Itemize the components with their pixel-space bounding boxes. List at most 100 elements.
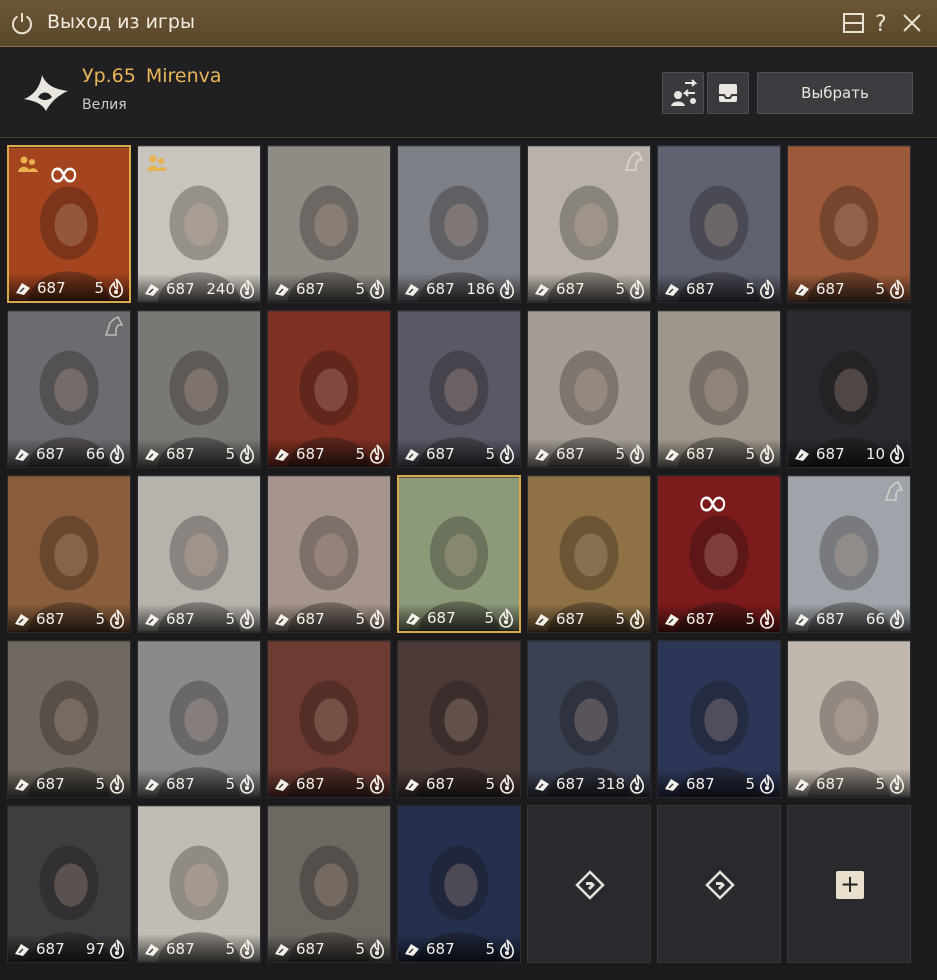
flame-icon bbox=[760, 279, 775, 299]
flame-icon bbox=[110, 774, 125, 794]
item-level: 687 bbox=[556, 775, 585, 793]
character-card[interactable]: 687 5 bbox=[657, 145, 781, 303]
item-level: 687 bbox=[166, 775, 195, 793]
energy-count: 318 bbox=[596, 775, 625, 793]
character-card[interactable]: 687 66 bbox=[7, 310, 131, 468]
item-level-icon bbox=[405, 449, 419, 461]
character-card[interactable]: 687 5 bbox=[527, 475, 651, 633]
flame-icon bbox=[630, 444, 645, 464]
item-level: 687 bbox=[686, 445, 715, 463]
minimize-window-icon[interactable] bbox=[841, 10, 867, 36]
character-card[interactable]: 687 186 bbox=[397, 145, 521, 303]
energy-count: 5 bbox=[225, 775, 235, 793]
character-card[interactable]: 687 10 bbox=[787, 310, 911, 468]
item-level-icon bbox=[275, 449, 289, 461]
flame-icon bbox=[500, 279, 515, 299]
character-card[interactable]: 687 5 bbox=[267, 640, 391, 798]
flame-icon bbox=[630, 609, 645, 629]
character-card[interactable]: 687 5 bbox=[397, 310, 521, 468]
flame-icon bbox=[760, 444, 775, 464]
flame-icon bbox=[240, 774, 255, 794]
flame-icon bbox=[240, 939, 255, 959]
character-card[interactable]: 687 5 bbox=[657, 310, 781, 468]
character-card[interactable]: 687 5 bbox=[787, 640, 911, 798]
item-level-icon bbox=[665, 614, 679, 626]
character-card[interactable]: 687 97 bbox=[7, 805, 131, 963]
item-level-icon bbox=[665, 284, 679, 296]
item-level-icon bbox=[795, 779, 809, 791]
energy-count: 97 bbox=[85, 940, 105, 958]
power-icon[interactable] bbox=[10, 11, 34, 35]
character-card[interactable]: 687 5 bbox=[137, 805, 261, 963]
inbox-icon bbox=[719, 84, 737, 102]
energy-count: 5 bbox=[615, 610, 625, 628]
flame-icon bbox=[890, 774, 905, 794]
item-level: 687 bbox=[166, 940, 195, 958]
character-card[interactable]: 687 5 bbox=[137, 475, 261, 633]
character-card[interactable]: ∞ 687 5 bbox=[657, 475, 781, 633]
energy-count: 66 bbox=[865, 610, 885, 628]
energy-count: 66 bbox=[85, 445, 105, 463]
infinity-icon: ∞ bbox=[47, 151, 81, 197]
character-card[interactable]: 687 318 bbox=[527, 640, 651, 798]
character-card[interactable]: 687 5 bbox=[527, 145, 651, 303]
character-card[interactable]: ∞ 687 5 bbox=[7, 145, 131, 303]
energy-count: 5 bbox=[225, 940, 235, 958]
flame-icon bbox=[630, 774, 645, 794]
change-character-button[interactable] bbox=[662, 72, 704, 114]
item-level: 687 bbox=[36, 610, 65, 628]
character-header: Ур.65 Mirenva Велия Выбрать bbox=[0, 47, 937, 138]
item-level: 687 bbox=[427, 609, 456, 627]
item-level: 687 bbox=[426, 775, 455, 793]
energy-count: 5 bbox=[484, 609, 494, 627]
inbox-button[interactable] bbox=[707, 72, 749, 114]
character-card[interactable]: 687 5 bbox=[267, 475, 391, 633]
horse-icon bbox=[104, 315, 124, 336]
empty-slot[interactable] bbox=[527, 805, 651, 963]
flame-icon bbox=[499, 608, 514, 628]
character-card[interactable]: 687 66 bbox=[787, 475, 911, 633]
item-level: 687 bbox=[686, 775, 715, 793]
character-card[interactable]: 687 5 bbox=[267, 145, 391, 303]
item-level-icon bbox=[535, 779, 549, 791]
character-card[interactable]: 687 5 bbox=[657, 640, 781, 798]
character-card[interactable]: 687 5 bbox=[267, 805, 391, 963]
character-card[interactable]: 687 5 bbox=[267, 310, 391, 468]
character-card[interactable]: 687 5 bbox=[527, 310, 651, 468]
energy-count: 5 bbox=[875, 775, 885, 793]
select-button[interactable]: Выбрать bbox=[757, 72, 913, 114]
energy-count: 5 bbox=[615, 280, 625, 298]
item-level-icon bbox=[15, 449, 29, 461]
character-card[interactable]: 687 5 bbox=[787, 145, 911, 303]
energy-count: 5 bbox=[95, 610, 105, 628]
class-emblem-icon bbox=[24, 75, 68, 111]
item-level-icon bbox=[535, 614, 549, 626]
character-card[interactable]: 687 5 bbox=[137, 310, 261, 468]
energy-count: 5 bbox=[355, 280, 365, 298]
empty-slot[interactable] bbox=[657, 805, 781, 963]
item-level-icon bbox=[15, 614, 29, 626]
character-card[interactable]: 687 5 bbox=[397, 805, 521, 963]
item-level-icon bbox=[16, 283, 30, 295]
item-level-icon bbox=[406, 613, 420, 625]
item-level-icon bbox=[275, 614, 289, 626]
energy-count: 10 bbox=[865, 445, 885, 463]
energy-count: 5 bbox=[95, 775, 105, 793]
item-level-icon bbox=[665, 779, 679, 791]
character-card[interactable]: 687 5 bbox=[137, 640, 261, 798]
item-level-icon bbox=[145, 284, 159, 296]
item-level-icon bbox=[15, 779, 29, 791]
item-level: 687 bbox=[166, 445, 195, 463]
character-card[interactable]: 687 5 bbox=[397, 475, 521, 633]
character-card[interactable]: 687 5 bbox=[397, 640, 521, 798]
character-card[interactable]: 687 5 bbox=[7, 475, 131, 633]
item-level-icon bbox=[145, 779, 159, 791]
help-icon[interactable]: ? bbox=[869, 10, 895, 36]
empty-slot[interactable]: + bbox=[787, 805, 911, 963]
energy-count: 5 bbox=[355, 940, 365, 958]
close-icon[interactable] bbox=[899, 10, 925, 36]
character-card[interactable]: 687 5 bbox=[7, 640, 131, 798]
character-card[interactable]: 687 240 bbox=[137, 145, 261, 303]
character-level: Ур.65 bbox=[82, 65, 136, 87]
add-slot-icon: + bbox=[836, 871, 864, 899]
